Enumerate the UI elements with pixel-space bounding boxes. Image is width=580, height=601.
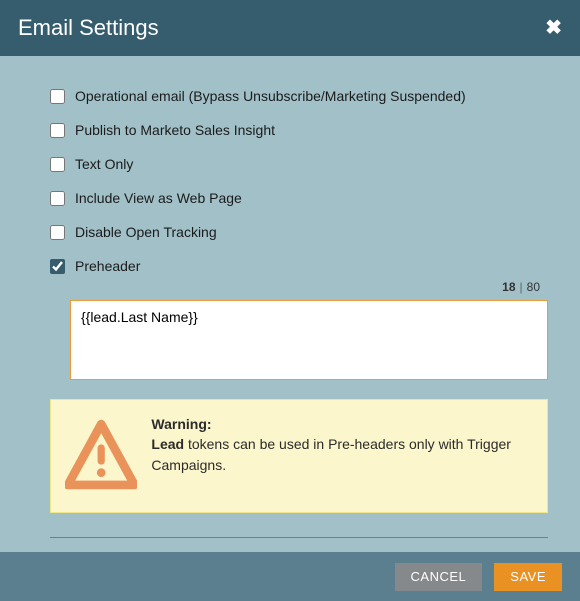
- scroll-area[interactable]: Operational email (Bypass Unsubscribe/Ma…: [0, 56, 580, 552]
- checkbox-publish-sales-insight[interactable]: [50, 123, 65, 138]
- option-label: Preheader: [75, 258, 140, 274]
- checkbox-view-as-web-page[interactable]: [50, 191, 65, 206]
- option-operational-email[interactable]: Operational email (Bypass Unsubscribe/Ma…: [50, 88, 548, 104]
- char-count-sep: |: [520, 280, 523, 294]
- option-view-as-web-page[interactable]: Include View as Web Page: [50, 190, 548, 206]
- option-disable-open-tracking[interactable]: Disable Open Tracking: [50, 224, 548, 240]
- checkbox-preheader[interactable]: [50, 259, 65, 274]
- char-max: 80: [527, 280, 540, 294]
- option-publish-sales-insight[interactable]: Publish to Marketo Sales Insight: [50, 122, 548, 138]
- option-label: Publish to Marketo Sales Insight: [75, 122, 275, 138]
- cancel-button[interactable]: CANCEL: [395, 563, 483, 591]
- warning-panel: Warning: Lead tokens can be used in Pre-…: [50, 399, 548, 513]
- warning-text: Warning: Lead tokens can be used in Pre-…: [151, 414, 529, 475]
- dialog-titlebar: Email Settings ✖: [0, 0, 580, 56]
- save-button[interactable]: SAVE: [494, 563, 562, 591]
- checkbox-text-only[interactable]: [50, 157, 65, 172]
- warning-token: Lead: [151, 436, 184, 452]
- option-label: Disable Open Tracking: [75, 224, 217, 240]
- dialog-footer: CANCEL SAVE: [0, 552, 580, 601]
- section-divider: [50, 537, 548, 538]
- option-label: Operational email (Bypass Unsubscribe/Ma…: [75, 88, 466, 104]
- option-label: Include View as Web Page: [75, 190, 242, 206]
- dialog-title: Email Settings: [18, 15, 159, 41]
- email-settings-dialog: Email Settings ✖ Operational email (Bypa…: [0, 0, 580, 601]
- dialog-body: Operational email (Bypass Unsubscribe/Ma…: [0, 56, 580, 552]
- preheader-input[interactable]: [70, 300, 548, 380]
- close-icon[interactable]: ✖: [545, 18, 562, 38]
- preheader-char-counter: 18 | 80: [50, 280, 540, 294]
- warning-icon: [65, 414, 137, 498]
- option-text-only[interactable]: Text Only: [50, 156, 548, 172]
- warning-rest: tokens can be used in Pre-headers only w…: [151, 436, 511, 472]
- warning-heading: Warning:: [151, 416, 211, 432]
- option-label: Text Only: [75, 156, 133, 172]
- checkbox-disable-open-tracking[interactable]: [50, 225, 65, 240]
- char-count: 18: [502, 280, 515, 294]
- checkbox-operational-email[interactable]: [50, 89, 65, 104]
- option-preheader[interactable]: Preheader: [50, 258, 548, 274]
